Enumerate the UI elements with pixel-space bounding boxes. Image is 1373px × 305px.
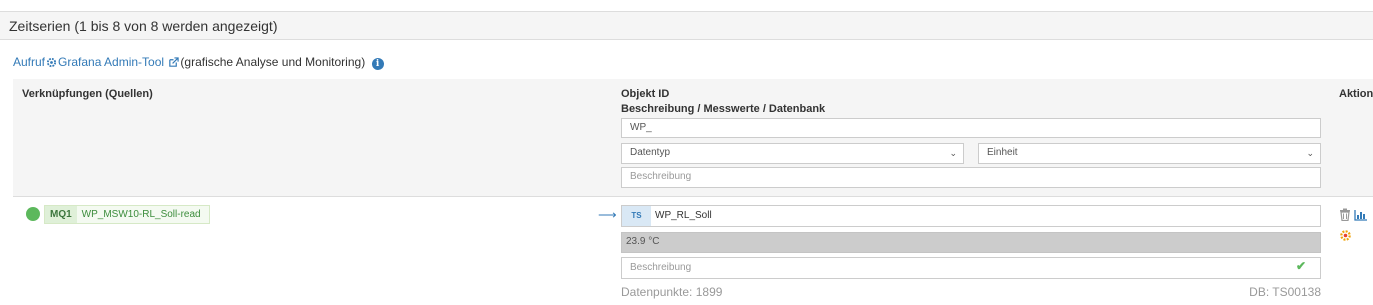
- description-filter-input[interactable]: Beschreibung: [621, 167, 1321, 188]
- header-actions: Aktion: [1339, 88, 1373, 100]
- panel-title: Zeitserien (1 bis 8 von 8 werden angezei…: [9, 18, 278, 34]
- type-badge: TS: [622, 206, 651, 226]
- chevron-down-icon: ⌄: [949, 148, 957, 158]
- object-name: WP_RL_Soll: [655, 210, 712, 221]
- chart-icon[interactable]: [1354, 209, 1368, 224]
- row-divider: [13, 196, 1373, 197]
- unit-select[interactable]: Einheit ⌄: [978, 143, 1321, 164]
- check-icon[interactable]: ✔: [1296, 260, 1306, 272]
- status-dot: [26, 207, 40, 221]
- info-icon[interactable]: i: [371, 58, 384, 70]
- value-display: 23.9 °C: [621, 232, 1321, 253]
- datatype-select[interactable]: Datentyp ⌄: [621, 143, 964, 164]
- top-border: [0, 0, 1373, 12]
- header-description: Beschreibung / Messwerte / Datenbank: [621, 103, 826, 115]
- grafana-link-line: Aufruf Grafana Admin-Tool (grafische Anal…: [13, 55, 384, 71]
- panel-heading: Zeitserien (1 bis 8 von 8 werden angezei…: [0, 12, 1373, 40]
- object-id-filter-input[interactable]: WP_: [621, 118, 1321, 138]
- source-badge: MQ1: [45, 206, 77, 223]
- grafana-call-link[interactable]: Aufruf Grafana Admin-Tool: [13, 55, 180, 69]
- source-tag[interactable]: MQ1 WP_MSW10-RL_Soll-read: [44, 205, 210, 224]
- arrow-right-icon: ⟶: [598, 207, 617, 222]
- header-sources: Verknüpfungen (Quellen): [22, 88, 153, 100]
- datapoints-count: Datenpunkte: 1899: [621, 285, 723, 299]
- external-link-icon: [168, 57, 180, 71]
- source-name: WP_MSW10-RL_Soll-read: [81, 209, 201, 220]
- gear-icon: [46, 57, 57, 71]
- row-description-placeholder: Beschreibung: [630, 262, 692, 273]
- grafana-admin-link: Grafana Admin-Tool: [58, 55, 165, 69]
- grafana-suffix: (grafische Analyse und Monitoring): [180, 55, 366, 69]
- chevron-down-icon: ⌄: [1306, 148, 1314, 158]
- datatype-selected: Datentyp: [630, 147, 671, 158]
- db-id: DB: TS00138: [1249, 285, 1321, 299]
- trash-icon[interactable]: [1339, 208, 1351, 224]
- settings-icon[interactable]: [1339, 229, 1352, 245]
- grafana-prefix: Aufruf: [13, 55, 46, 69]
- unit-selected: Einheit: [987, 147, 1018, 158]
- header-object-id: Objekt ID: [621, 88, 670, 100]
- object-name-input[interactable]: TS WP_RL_Soll: [621, 205, 1321, 227]
- row-description-input[interactable]: Beschreibung ✔: [621, 257, 1321, 279]
- row-actions: [1339, 208, 1368, 245]
